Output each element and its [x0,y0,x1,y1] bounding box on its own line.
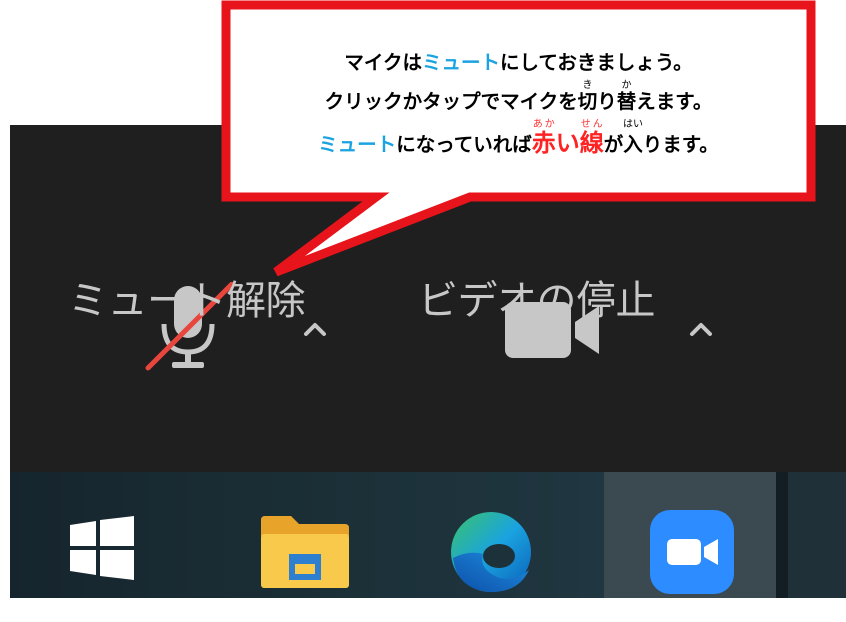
ruby-line2-3: 替か [616,80,637,113]
ruby-line3-2: 赤あか [531,119,556,157]
text-line2-0: クリックかタップでマイクを [324,90,578,113]
text-line3-7: ります。 [642,133,719,156]
text-line2-2: り [597,90,617,113]
ruby-line2-1: 切き [577,80,598,113]
text-line1-2: にしておきましょう。 [499,51,693,74]
text-line3-5: が [603,133,624,156]
callout-line-2: クリックかタップでマイクを切きり替かえます。 [226,80,811,119]
text-line3-1: になっていれば [396,133,532,156]
text-line1-0: マイクは [344,51,422,74]
callout-line-1: マイクはミュートにしておきましょう。 [226,46,811,80]
ruby-line3-4: 線せん [579,119,604,157]
text-line1-1: ミュート [421,51,500,74]
text-line3-3: い [555,129,580,157]
callout-message: マイクはミュートにしておきましょう。 クリックかタップでマイクを切きり替かえます… [226,46,811,162]
callout-line-3: ミュートになっていれば赤あかい線せんが入はいります。 [226,119,811,162]
text-line2-4: えます。 [636,90,713,113]
ruby-line3-6: 入はい [623,119,643,156]
text-line3-0: ミュート [318,133,397,156]
